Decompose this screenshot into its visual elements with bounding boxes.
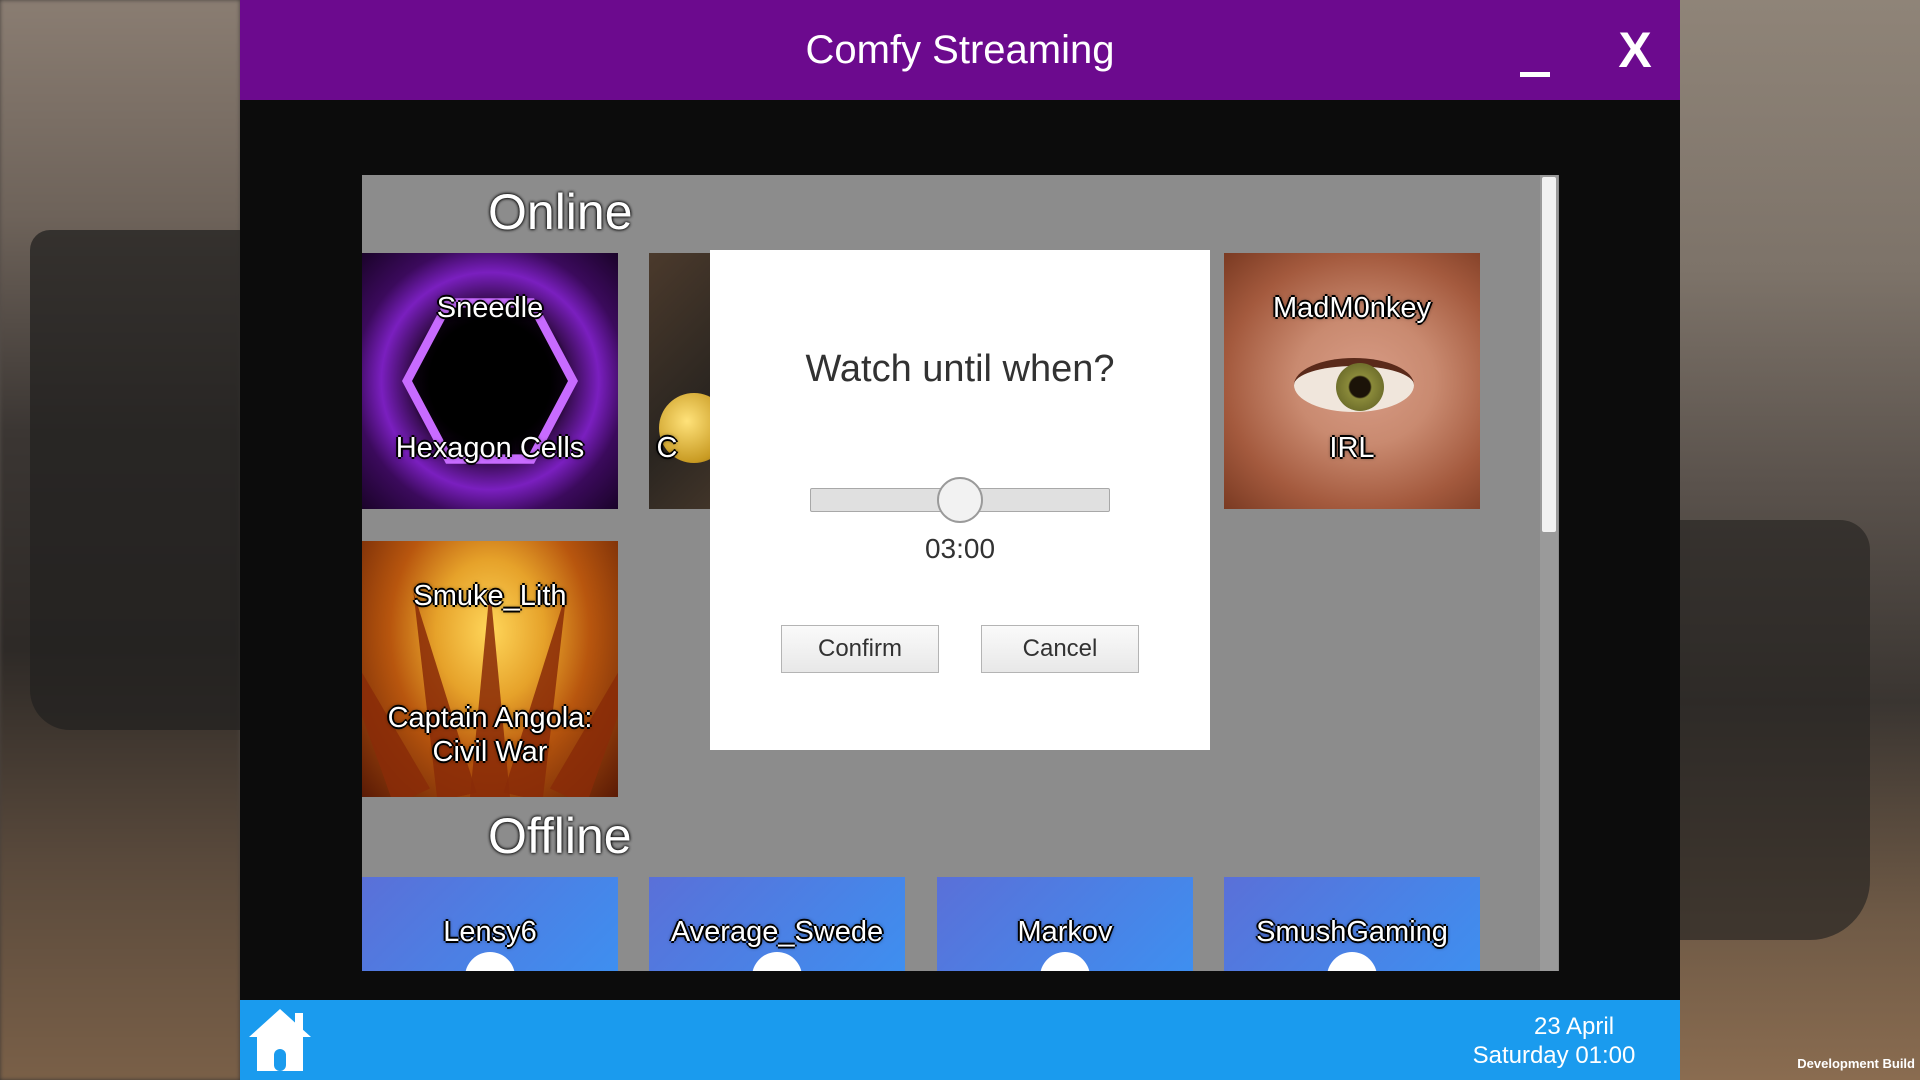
streamer-name: Average_Swede bbox=[670, 916, 884, 948]
time-slider-thumb[interactable] bbox=[937, 477, 983, 523]
home-icon[interactable] bbox=[245, 1005, 315, 1075]
app-title: Comfy Streaming bbox=[805, 28, 1115, 72]
streamer-name: Sneedle bbox=[436, 292, 544, 324]
avatar bbox=[1040, 952, 1090, 971]
minimize-button[interactable] bbox=[1510, 40, 1560, 90]
stream-game: IRL bbox=[1329, 432, 1375, 464]
avatar bbox=[465, 952, 515, 971]
taskbar-clock: 23 April Saturday 01:00 bbox=[1444, 1012, 1664, 1070]
online-section-title: Online bbox=[488, 184, 633, 240]
streamer-name: SmushGaming bbox=[1256, 916, 1448, 948]
title-bar: Comfy Streaming X bbox=[240, 0, 1680, 100]
offline-section-title: Offline bbox=[488, 808, 632, 864]
watch-until-dialog: Watch until when? 03:00 Confirm Cancel bbox=[710, 250, 1210, 750]
offline-tile-lensy6[interactable]: Lensy6 bbox=[362, 877, 618, 971]
confirm-button[interactable]: Confirm bbox=[781, 625, 939, 673]
background-shadow-right bbox=[1680, 520, 1870, 940]
dialog-title: Watch until when? bbox=[805, 348, 1115, 390]
offline-tile-smushgaming[interactable]: SmushGaming bbox=[1224, 877, 1480, 971]
offline-tile-markov[interactable]: Markov bbox=[937, 877, 1193, 971]
close-button[interactable]: X bbox=[1605, 20, 1665, 80]
stream-game: Hexagon Cells bbox=[395, 432, 585, 464]
stream-tile-madm0nkey[interactable]: MadM0nkey IRL bbox=[1224, 253, 1480, 509]
taskbar: 23 April Saturday 01:00 bbox=[240, 1000, 1680, 1080]
iris-art bbox=[1336, 363, 1384, 411]
avatar bbox=[1327, 952, 1377, 971]
offline-tile-average-swede[interactable]: Average_Swede bbox=[649, 877, 905, 971]
stream-tile-sneedle[interactable]: Sneedle Hexagon Cells bbox=[362, 253, 618, 509]
stream-tile-smuke-lith[interactable]: Smuke_Lith Captain Angola: Civil War bbox=[362, 541, 618, 797]
streamer-name: Lensy6 bbox=[443, 916, 537, 948]
stream-game: Captain Angola: Civil War bbox=[387, 702, 593, 768]
background-shadow bbox=[30, 230, 240, 730]
minimize-icon bbox=[1520, 72, 1550, 77]
avatar bbox=[752, 952, 802, 971]
cancel-button[interactable]: Cancel bbox=[981, 625, 1139, 673]
clock-date: 23 April bbox=[1533, 1013, 1615, 1040]
streamer-name: Markov bbox=[1017, 916, 1113, 948]
scrollbar-thumb[interactable] bbox=[1542, 177, 1556, 532]
development-build-label: Development Build bbox=[1797, 1056, 1915, 1071]
time-slider-value: 03:00 bbox=[924, 533, 996, 564]
streamer-name: Smuke_Lith bbox=[413, 580, 567, 612]
streamer-name: MadM0nkey bbox=[1273, 292, 1431, 324]
clock-day-time: Saturday 01:00 bbox=[1472, 1042, 1636, 1069]
